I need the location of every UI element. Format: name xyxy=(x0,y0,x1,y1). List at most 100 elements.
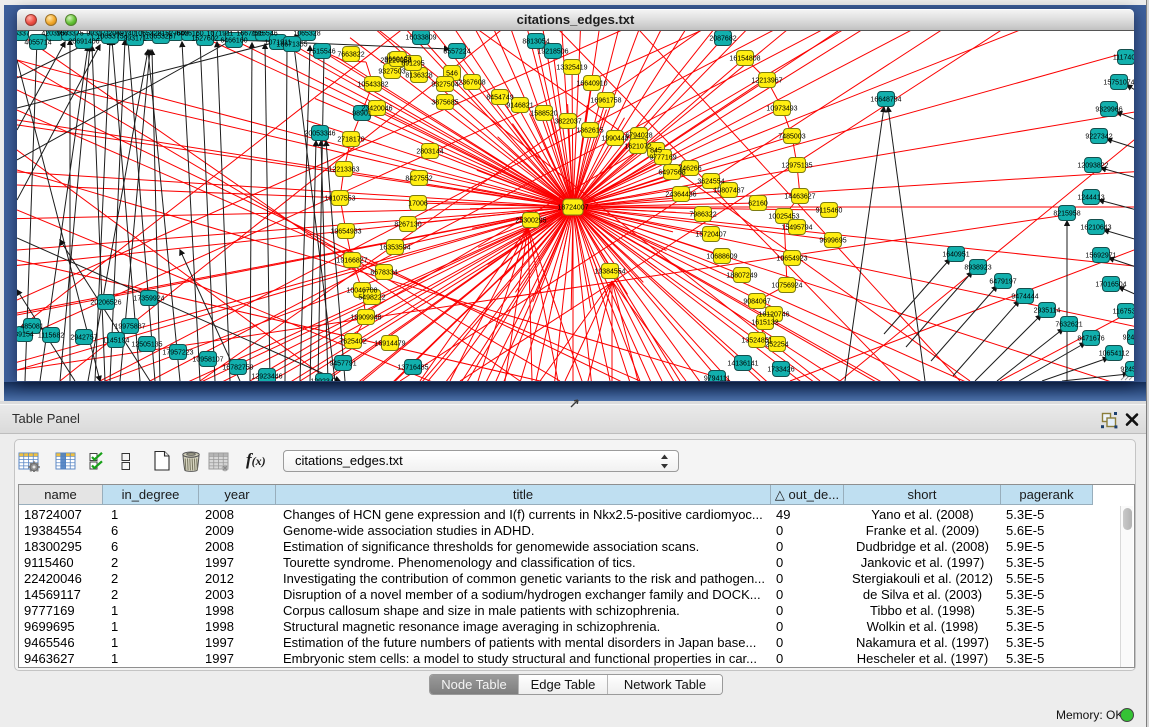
svg-text:18724007: 18724007 xyxy=(557,205,588,212)
svg-text:9457791: 9457791 xyxy=(329,361,356,368)
svg-text:17957223: 17957223 xyxy=(162,350,193,357)
svg-text:12923446: 12923446 xyxy=(251,374,282,381)
svg-text:6794028: 6794028 xyxy=(625,133,652,140)
svg-text:24364436: 24364436 xyxy=(665,192,696,199)
svg-text:9084067: 9084067 xyxy=(743,299,770,306)
svg-text:20691406: 20691406 xyxy=(68,39,99,46)
svg-text:9699695: 9699695 xyxy=(819,238,846,245)
svg-text:25300295: 25300295 xyxy=(515,218,546,225)
svg-text:2935114: 2935114 xyxy=(1034,308,1061,315)
svg-text:7632621: 7632621 xyxy=(1055,322,1082,329)
svg-text:1167533: 1167533 xyxy=(1113,309,1134,316)
svg-text:16210643: 16210643 xyxy=(1080,225,1111,232)
svg-text:16154808: 16154808 xyxy=(729,56,760,63)
svg-text:6479197: 6479197 xyxy=(989,279,1016,286)
svg-text:19384554: 19384554 xyxy=(594,269,625,276)
svg-text:16909948: 16909948 xyxy=(350,315,381,322)
svg-text:1115682: 1115682 xyxy=(38,333,64,340)
svg-text:9115460: 9115460 xyxy=(816,208,843,215)
svg-text:15495794: 15495794 xyxy=(781,225,812,232)
svg-text:7515546: 7515546 xyxy=(308,49,335,56)
svg-text:6497568: 6497568 xyxy=(658,170,685,177)
svg-text:15692971: 15692971 xyxy=(1085,253,1116,260)
svg-text:9327504: 9327504 xyxy=(431,82,458,89)
svg-text:10973493: 10973493 xyxy=(766,106,797,113)
svg-text:1063375: 1063375 xyxy=(56,31,83,38)
svg-text:17006: 17006 xyxy=(408,201,428,208)
svg-text:19975887: 19975887 xyxy=(114,324,145,331)
svg-text:16337: 16337 xyxy=(17,31,30,38)
svg-text:2087682: 2087682 xyxy=(709,36,736,43)
svg-text:16914479: 16914479 xyxy=(374,341,405,348)
svg-text:5498222: 5498222 xyxy=(358,295,385,302)
svg-text:23420046: 23420046 xyxy=(361,106,392,113)
svg-text:12093822: 12093822 xyxy=(1077,163,1108,170)
svg-text:12505135: 12505135 xyxy=(131,342,162,349)
svg-text:2367608: 2367608 xyxy=(458,80,485,87)
svg-text:1065328: 1065328 xyxy=(293,31,320,38)
svg-text:13325419: 13325419 xyxy=(556,65,587,72)
svg-text:16782759: 16782759 xyxy=(222,365,253,372)
svg-text:10046708: 10046708 xyxy=(346,288,377,295)
svg-text:9245011: 9245011 xyxy=(1123,335,1134,342)
svg-text:1145194: 1145194 xyxy=(103,338,130,345)
svg-text:9146821: 9146821 xyxy=(506,103,533,110)
svg-text:8136328: 8136328 xyxy=(405,73,432,80)
svg-text:993171: 993171 xyxy=(123,36,146,43)
svg-text:8678334: 8678334 xyxy=(370,270,397,277)
svg-text:1640951: 1640951 xyxy=(942,252,969,259)
svg-text:12213363: 12213363 xyxy=(328,167,359,174)
svg-text:7485003: 7485003 xyxy=(778,134,805,141)
svg-text:16353594: 16353594 xyxy=(379,245,410,252)
svg-text:1362615: 1362615 xyxy=(576,128,603,135)
svg-text:1527602: 1527602 xyxy=(191,36,218,43)
svg-text:7625402: 7625402 xyxy=(339,339,366,346)
svg-text:16648794: 16648794 xyxy=(870,97,901,104)
svg-text:3875685: 3875685 xyxy=(431,100,458,107)
svg-text:16961758: 16961758 xyxy=(590,98,621,105)
svg-text:2942757: 2942757 xyxy=(70,335,97,342)
svg-text:16671355: 16671355 xyxy=(276,42,307,49)
svg-text:9227342: 9227342 xyxy=(1085,134,1112,141)
svg-text:8215958: 8215958 xyxy=(1053,211,1080,218)
svg-text:7986322: 7986322 xyxy=(689,212,716,219)
svg-text:19166827: 19166827 xyxy=(336,258,367,265)
svg-text:39154: 39154 xyxy=(17,332,34,339)
svg-text:1733426: 1733426 xyxy=(767,367,794,374)
svg-text:8938923: 8938923 xyxy=(964,265,991,272)
svg-text:12213967: 12213967 xyxy=(751,78,782,85)
svg-text:19654933: 19654933 xyxy=(330,229,361,236)
svg-text:8813054: 8813054 xyxy=(522,39,549,46)
svg-text:16120746: 16120746 xyxy=(758,312,789,319)
svg-text:18807249: 18807249 xyxy=(726,273,757,280)
svg-text:1588520: 1588520 xyxy=(530,111,557,118)
svg-text:10688609: 10688609 xyxy=(706,254,737,261)
svg-text:10958107: 10958107 xyxy=(192,357,223,364)
svg-text:891295: 891295 xyxy=(401,61,424,68)
svg-text:9327503: 9327503 xyxy=(378,69,405,76)
svg-text:2718170: 2718170 xyxy=(337,137,364,144)
svg-text:1244413: 1244413 xyxy=(1077,195,1104,202)
svg-text:8454749: 8454749 xyxy=(486,95,513,102)
svg-text:15720407: 15720407 xyxy=(695,232,726,239)
svg-text:3624554: 3624554 xyxy=(697,179,724,186)
svg-text:7515546: 7515546 xyxy=(250,31,277,38)
svg-text:845: 845 xyxy=(650,148,662,155)
svg-text:16033809: 16033809 xyxy=(405,35,436,42)
svg-text:7663822: 7663822 xyxy=(337,52,364,59)
svg-text:1292344: 1292344 xyxy=(310,379,337,382)
svg-text:14136141: 14136141 xyxy=(727,361,758,368)
svg-text:8267130: 8267130 xyxy=(394,222,421,229)
svg-text:1063375: 1063375 xyxy=(96,34,123,41)
svg-text:10107553: 10107553 xyxy=(324,196,355,203)
svg-text:17359924: 17359924 xyxy=(133,296,164,303)
svg-text:10025453: 10025453 xyxy=(768,214,799,221)
svg-text:17016504: 17016504 xyxy=(1095,282,1126,289)
svg-text:10756924: 10756924 xyxy=(771,283,802,290)
svg-text:546: 546 xyxy=(446,71,458,78)
svg-text:3557224: 3557224 xyxy=(443,49,470,56)
svg-text:13716485: 13716485 xyxy=(397,365,428,372)
svg-text:62160: 62160 xyxy=(748,201,768,208)
svg-text:16640910: 16640910 xyxy=(576,81,607,88)
svg-text:10654112: 10654112 xyxy=(1099,351,1130,358)
